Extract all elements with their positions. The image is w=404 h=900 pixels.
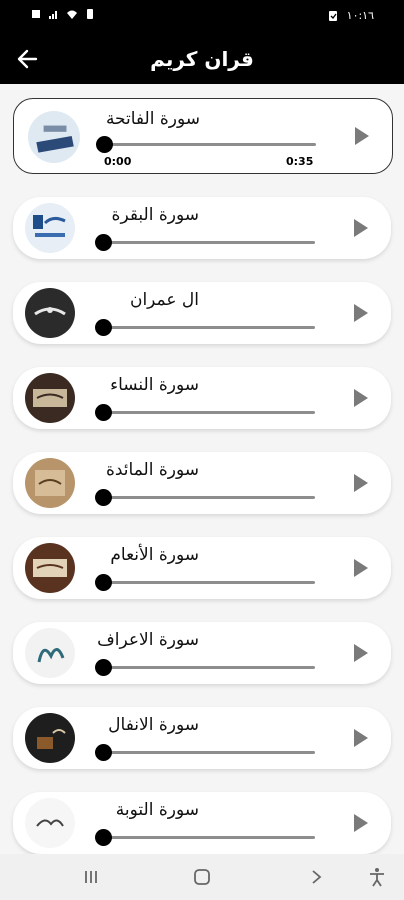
status-icons-right: ١٠:١٦ bbox=[327, 9, 374, 22]
surah-item-fatiha[interactable]: سورة الفاتحة 0:00 0:35 bbox=[13, 98, 393, 174]
play-icon[interactable] bbox=[353, 728, 369, 748]
surah-name: سورة الفاتحة bbox=[105, 109, 200, 129]
surah-name: ال عمران bbox=[129, 290, 199, 310]
surah-name: سورة التوبة bbox=[115, 800, 199, 820]
surah-thumbnail bbox=[25, 288, 75, 338]
gallery-notification-icon bbox=[32, 10, 40, 18]
progress-knob[interactable] bbox=[96, 136, 113, 153]
surah-item-imran[interactable]: ال عمران bbox=[13, 282, 391, 344]
surah-thumbnail bbox=[25, 713, 75, 763]
surah-name: سورة البقرة bbox=[111, 205, 199, 225]
play-icon[interactable] bbox=[353, 558, 369, 578]
surah-item-maidah[interactable]: سورة المائدة bbox=[13, 452, 391, 514]
progress-knob[interactable] bbox=[95, 404, 112, 421]
surah-thumbnail bbox=[25, 798, 75, 848]
progress-track[interactable] bbox=[103, 411, 315, 414]
surah-item-tawbah[interactable]: سورة التوبة bbox=[13, 792, 391, 854]
surah-list[interactable]: سورة الفاتحة 0:00 0:35 سورة البقرة ال عم… bbox=[0, 84, 404, 854]
progress-knob[interactable] bbox=[95, 489, 112, 506]
surah-name: سورة الأنعام bbox=[110, 545, 199, 565]
wifi-icon bbox=[67, 10, 77, 19]
status-icons-left bbox=[30, 8, 96, 20]
surah-thumbnail bbox=[25, 203, 75, 253]
progress-track[interactable] bbox=[103, 241, 315, 244]
surah-item-nisa[interactable]: سورة النساء bbox=[13, 367, 391, 429]
progress-track[interactable] bbox=[103, 581, 315, 584]
recent-apps-icon[interactable] bbox=[80, 866, 102, 888]
battery-saver-icon bbox=[87, 9, 93, 19]
progress-knob[interactable] bbox=[95, 659, 112, 676]
surah-thumbnail bbox=[25, 628, 75, 678]
play-icon[interactable] bbox=[354, 126, 370, 146]
page-title: قران كريم bbox=[150, 47, 254, 71]
status-time: ١٠:١٦ bbox=[346, 9, 374, 22]
play-icon[interactable] bbox=[353, 388, 369, 408]
surah-thumbnail bbox=[25, 458, 75, 508]
play-icon[interactable] bbox=[353, 473, 369, 493]
progress-track[interactable] bbox=[103, 326, 315, 329]
play-icon[interactable] bbox=[353, 218, 369, 238]
accessibility-icon[interactable] bbox=[366, 866, 388, 888]
play-icon[interactable] bbox=[353, 813, 369, 833]
surah-name: سورة الاعراف bbox=[97, 630, 199, 650]
surah-thumbnail bbox=[25, 543, 75, 593]
progress-track[interactable] bbox=[103, 751, 315, 754]
surah-name: سورة الانفال bbox=[108, 715, 199, 735]
signal-icon bbox=[49, 11, 57, 19]
system-nav-bar bbox=[0, 854, 404, 900]
progress-track[interactable] bbox=[103, 666, 315, 669]
surah-item-anfal[interactable]: سورة الانفال bbox=[13, 707, 391, 769]
progress-track[interactable] bbox=[103, 836, 315, 839]
back-icon[interactable] bbox=[305, 866, 327, 888]
surah-thumbnail bbox=[28, 111, 80, 163]
progress-knob[interactable] bbox=[95, 829, 112, 846]
app-bar: قران كريم bbox=[0, 34, 404, 84]
progress-track[interactable] bbox=[103, 496, 315, 499]
surah-item-baqarah[interactable]: سورة البقرة bbox=[13, 197, 391, 259]
progress-knob[interactable] bbox=[95, 744, 112, 761]
play-icon[interactable] bbox=[353, 643, 369, 663]
battery-icon bbox=[328, 10, 337, 21]
status-bar: ١٠:١٦ bbox=[0, 0, 404, 34]
surah-item-anam[interactable]: سورة الأنعام bbox=[13, 537, 391, 599]
play-icon[interactable] bbox=[353, 303, 369, 323]
home-icon[interactable] bbox=[191, 866, 213, 888]
current-time: 0:00 bbox=[104, 155, 132, 168]
surah-name: سورة النساء bbox=[110, 375, 199, 395]
progress-knob[interactable] bbox=[95, 319, 112, 336]
progress-knob[interactable] bbox=[95, 234, 112, 251]
surah-name: سورة المائدة bbox=[105, 460, 199, 480]
progress-track[interactable] bbox=[104, 143, 316, 146]
progress-knob[interactable] bbox=[95, 574, 112, 591]
surah-item-araf[interactable]: سورة الاعراف bbox=[13, 622, 391, 684]
surah-thumbnail bbox=[25, 373, 75, 423]
total-time: 0:35 bbox=[286, 155, 314, 168]
